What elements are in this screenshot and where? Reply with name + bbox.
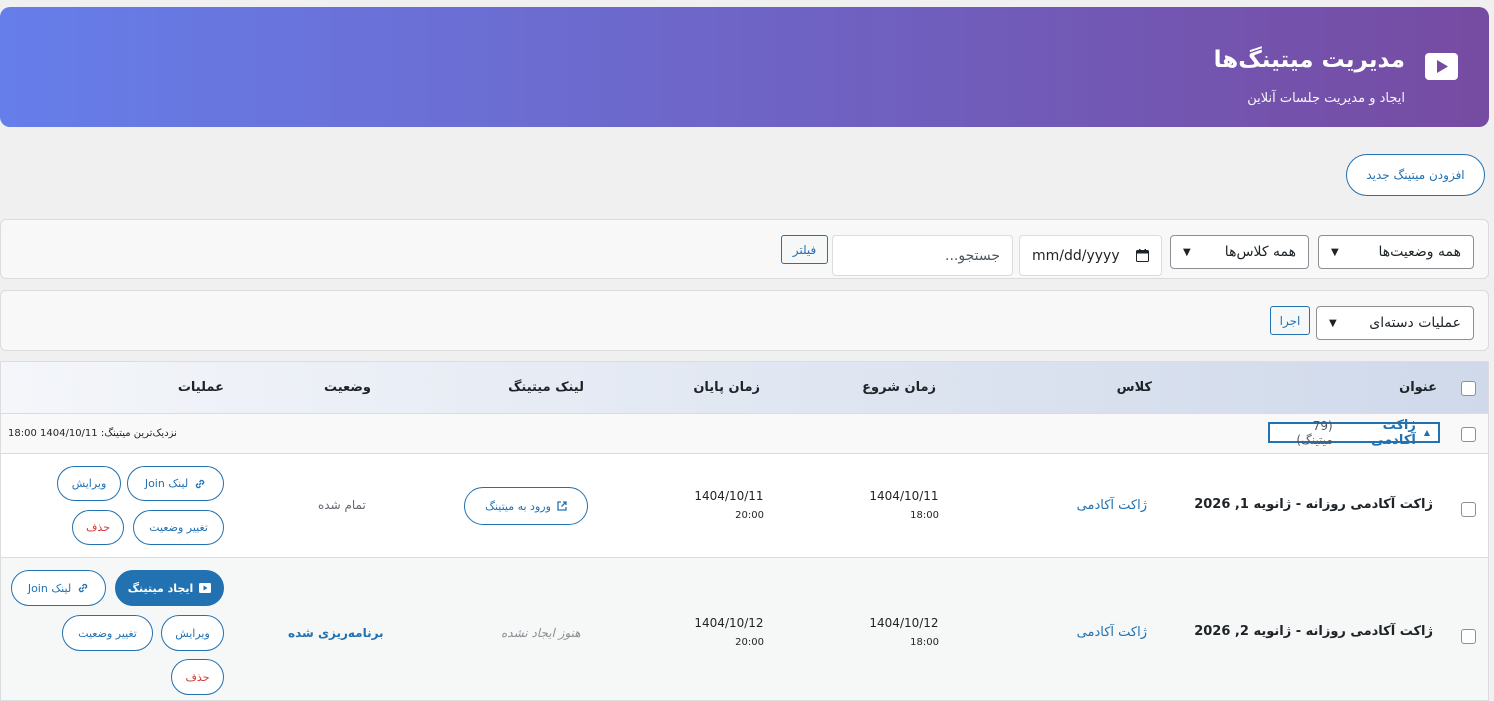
create-meeting-button[interactable]: ایجاد میتینگ bbox=[115, 570, 224, 606]
page-subtitle: ایجاد و مدیریت جلسات آنلاین bbox=[1247, 91, 1405, 106]
meeting-class-link[interactable]: ژاکت آکادمی bbox=[1077, 498, 1147, 513]
start-date: 1404/10/11 bbox=[869, 489, 939, 503]
bulk-apply-button[interactable]: اجرا bbox=[1270, 306, 1310, 335]
end-time-cell: 1404/10/12 20:00 bbox=[694, 613, 764, 653]
change-status-label: تغییر وضعیت bbox=[78, 626, 137, 640]
start-time-cell: 1404/10/11 18:00 bbox=[869, 486, 939, 526]
filter-button[interactable]: فیلتر bbox=[781, 235, 828, 264]
bulk-actions-panel: عملیات دسته‌ای ▼ اجرا bbox=[0, 290, 1489, 351]
search-placeholder: جستجو... bbox=[945, 247, 1000, 264]
meeting-title: ژاکت آکادمی روزانه - ژانویه 2, 2026 bbox=[1194, 624, 1433, 639]
status-badge: برنامه‌ریزی شده bbox=[288, 626, 384, 640]
page-header-banner: مدیریت میتینگ‌ها ایجاد و مدیریت جلسات آن… bbox=[0, 7, 1489, 127]
table-row: ژاکت آکادمی روزانه - ژانویه 1, 2026 ژاکت… bbox=[1, 454, 1488, 558]
join-link-label: لینک Join bbox=[27, 581, 72, 595]
change-status-button[interactable]: تغییر وضعیت bbox=[62, 615, 153, 651]
start-date: 1404/10/12 bbox=[869, 616, 939, 630]
column-header-start: زمان شروع bbox=[862, 380, 936, 395]
join-link-button[interactable]: لینک Join bbox=[127, 466, 224, 501]
chevron-down-icon: ▼ bbox=[1329, 317, 1337, 329]
chevron-down-icon: ▼ bbox=[1183, 246, 1191, 258]
filter-panel: همه وضعیت‌ها ▼ همه کلاس‌ها ▼ mm/dd/yyyy … bbox=[0, 219, 1489, 279]
nearest-meeting-info: نزدیک‌ترین میتینگ: 1404/10/11 18:00 bbox=[8, 428, 177, 439]
delete-label: حذف bbox=[86, 521, 110, 534]
chevron-down-icon: ▼ bbox=[1331, 246, 1339, 258]
link-icon bbox=[195, 479, 205, 488]
end-date: 1404/10/12 bbox=[694, 616, 764, 630]
table-row: ژاکت آکادمی روزانه - ژانویه 2, 2026 ژاکت… bbox=[1, 558, 1488, 700]
add-new-meeting-label: افزودن میتینگ جدید bbox=[1366, 168, 1465, 182]
change-status-button[interactable]: تغییر وضعیت bbox=[133, 510, 224, 545]
column-header-operations: عملیات bbox=[177, 380, 224, 395]
edit-label: ویرایش bbox=[175, 626, 210, 640]
end-time-cell: 1404/10/11 20:00 bbox=[694, 486, 764, 526]
video-play-icon bbox=[199, 583, 212, 593]
end-hour: 20:00 bbox=[735, 510, 764, 521]
join-link-label: لینک Join bbox=[144, 477, 189, 490]
table-header: عنوان کلاس زمان شروع زمان پایان لینک میت… bbox=[1, 362, 1488, 414]
date-filter-input[interactable]: mm/dd/yyyy bbox=[1019, 235, 1162, 276]
group-toggle[interactable]: ▲ ژاکت آکادمی (79 میتینگ) bbox=[1268, 418, 1440, 448]
status-filter-value: همه وضعیت‌ها bbox=[1378, 244, 1461, 260]
start-hour: 18:00 bbox=[910, 637, 939, 648]
row-checkbox[interactable] bbox=[1461, 502, 1476, 517]
join-link-button[interactable]: لینک Join bbox=[11, 570, 106, 606]
filter-button-label: فیلتر bbox=[792, 242, 817, 257]
status-badge: تمام شده bbox=[318, 498, 366, 512]
row-checkbox[interactable] bbox=[1461, 629, 1476, 644]
group-count: (79 میتینگ) bbox=[1296, 418, 1333, 447]
end-date: 1404/10/11 bbox=[694, 489, 764, 503]
search-input[interactable]: جستجو... bbox=[832, 235, 1013, 276]
column-header-end: زمان پایان bbox=[693, 380, 760, 395]
bulk-apply-label: اجرا bbox=[1279, 313, 1301, 328]
meetings-table: عنوان کلاس زمان شروع زمان پایان لینک میت… bbox=[0, 361, 1489, 701]
enter-meeting-label: ورود به میتینگ bbox=[485, 499, 551, 513]
bulk-action-select[interactable]: عملیات دسته‌ای ▼ bbox=[1316, 306, 1474, 340]
video-play-icon bbox=[1425, 53, 1458, 80]
end-hour: 20:00 bbox=[735, 637, 764, 648]
start-hour: 18:00 bbox=[910, 510, 939, 521]
delete-label: حذف bbox=[185, 670, 210, 684]
meeting-class-link[interactable]: ژاکت آکادمی bbox=[1077, 625, 1147, 640]
triangle-up-icon: ▲ bbox=[1423, 428, 1430, 437]
delete-button[interactable]: حذف bbox=[171, 659, 224, 695]
meeting-title: ژاکت آکادمی روزانه - ژانویه 1, 2026 bbox=[1194, 497, 1433, 512]
page-title: مدیریت میتینگ‌ها bbox=[1213, 47, 1405, 73]
column-header-title: عنوان bbox=[1399, 380, 1437, 395]
edit-label: ویرایش bbox=[71, 477, 107, 490]
start-time-cell: 1404/10/12 18:00 bbox=[869, 613, 939, 653]
add-new-meeting-button[interactable]: افزودن میتینگ جدید bbox=[1346, 154, 1485, 196]
group-checkbox[interactable] bbox=[1461, 427, 1476, 442]
edit-button[interactable]: ویرایش bbox=[57, 466, 121, 501]
column-header-link: لینک میتینگ bbox=[508, 380, 584, 395]
column-header-status: وضعیت bbox=[323, 380, 371, 395]
create-meeting-label: ایجاد میتینگ bbox=[127, 581, 194, 595]
class-filter-select[interactable]: همه کلاس‌ها ▼ bbox=[1170, 235, 1309, 269]
class-filter-value: همه کلاس‌ها bbox=[1224, 244, 1296, 260]
status-filter-select[interactable]: همه وضعیت‌ها ▼ bbox=[1318, 235, 1474, 269]
calendar-icon[interactable] bbox=[1136, 249, 1149, 262]
date-filter-placeholder: mm/dd/yyyy bbox=[1032, 247, 1120, 264]
bulk-action-value: عملیات دسته‌ای bbox=[1369, 315, 1461, 331]
edit-button[interactable]: ویرایش bbox=[161, 615, 224, 651]
enter-meeting-button[interactable]: ورود به میتینگ bbox=[464, 487, 588, 525]
external-link-icon bbox=[557, 501, 567, 511]
column-header-class: کلاس bbox=[1116, 380, 1152, 395]
change-status-label: تغییر وضعیت bbox=[149, 521, 208, 534]
group-row: ▲ ژاکت آکادمی (79 میتینگ) نزدیک‌ترین میت… bbox=[1, 414, 1488, 454]
group-name: ژاکت آکادمی bbox=[1371, 417, 1416, 448]
delete-button[interactable]: حذف bbox=[72, 510, 124, 545]
select-all-checkbox[interactable] bbox=[1461, 381, 1476, 396]
link-not-created: هنوز ایجاد نشده bbox=[501, 626, 581, 640]
link-icon bbox=[78, 583, 88, 593]
